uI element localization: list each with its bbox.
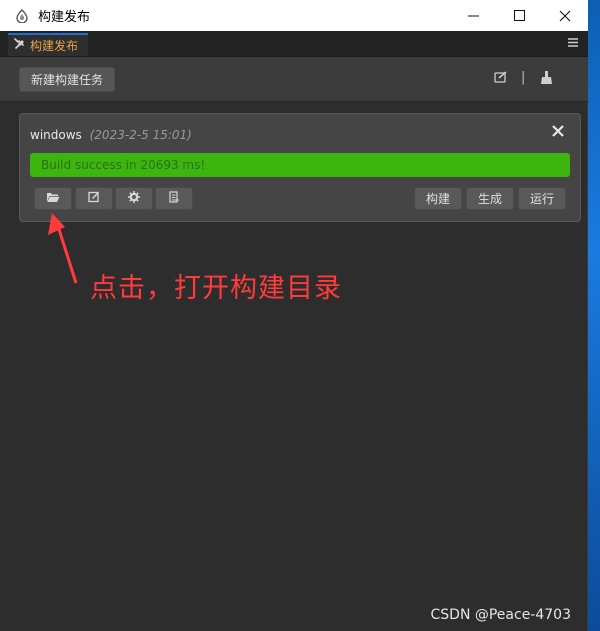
title-bar: 构建发布	[0, 0, 588, 31]
clean-broom-icon[interactable]	[540, 71, 553, 89]
hamburger-menu-icon[interactable]	[568, 36, 578, 50]
tools-icon	[14, 38, 26, 53]
build-date: (2023-2-5 15:01)	[89, 128, 192, 142]
file-icon	[168, 191, 180, 206]
app-logo-icon	[14, 8, 30, 24]
platform-name: windows	[30, 128, 82, 142]
view-log-button[interactable]	[155, 187, 193, 210]
toolbar: 新建构建任务 |	[0, 57, 588, 102]
annotation-arrow-icon	[48, 213, 78, 284]
edit-icon	[88, 191, 100, 206]
settings-button[interactable]	[115, 187, 153, 210]
build-task-card: windows (2023-2-5 15:01) Build success i…	[19, 113, 581, 222]
window-title: 构建发布	[38, 10, 91, 25]
maximize-button[interactable]	[496, 0, 542, 31]
tab-build-publish[interactable]: 构建发布	[8, 33, 88, 56]
folder-open-icon	[46, 192, 60, 206]
close-icon[interactable]	[552, 122, 564, 142]
gear-icon	[128, 191, 140, 206]
desktop-background	[588, 0, 600, 631]
build-progress-bar: Build success in 20693 ms!	[30, 153, 570, 177]
run-button[interactable]: 运行	[518, 187, 566, 210]
close-window-button[interactable]	[542, 0, 588, 31]
toolbar-separator: |	[521, 70, 526, 85]
tab-label: 构建发布	[30, 39, 79, 53]
build-button[interactable]: 构建	[414, 187, 462, 210]
tab-strip: 构建发布	[0, 31, 588, 57]
build-window: 构建发布 构建发布 新建构建任务 | windows (2023-2-5 15:…	[0, 0, 588, 631]
watermark: CSDN @Peace-4703	[430, 607, 572, 623]
progress-text: Build success in 20693 ms!	[41, 158, 206, 172]
minimize-button[interactable]	[450, 0, 496, 31]
new-build-task-button[interactable]: 新建构建任务	[19, 67, 116, 92]
generate-button[interactable]: 生成	[466, 187, 514, 210]
card-title: windows (2023-2-5 15:01)	[30, 128, 192, 142]
annotation-text: 点击，打开构建目录	[90, 273, 342, 304]
edit-config-icon[interactable]	[494, 71, 508, 88]
